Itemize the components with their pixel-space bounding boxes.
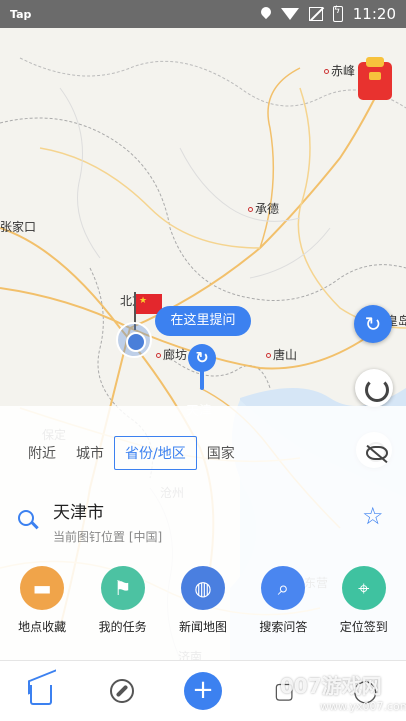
capital-marker-icon[interactable] — [116, 322, 152, 358]
folder-icon: ▬ — [20, 566, 65, 610]
search-icon: ⌕ — [261, 566, 306, 610]
tab-nearby[interactable]: 附近 — [18, 437, 66, 469]
watermark-url: www.yx007.com — [320, 700, 406, 713]
compass-icon — [109, 679, 134, 703]
refresh-button[interactable]: ↻ — [354, 305, 392, 343]
action-favorites[interactable]: ▬ 地点收藏 — [2, 566, 82, 646]
nav-explore[interactable] — [102, 671, 142, 711]
plus-icon: + — [183, 672, 222, 710]
location-icon — [261, 7, 271, 21]
map-pin-tail — [200, 368, 204, 390]
nav-home[interactable] — [21, 671, 61, 711]
action-search-qa[interactable]: ⌕ 搜索问答 — [243, 566, 323, 646]
wifi-icon — [280, 8, 299, 20]
red-packet-icon[interactable] — [358, 57, 392, 100]
home-icon — [29, 685, 52, 705]
watermark-logo: 007游戏网 — [280, 674, 382, 698]
tab-province[interactable]: 省份/地区 — [114, 436, 197, 470]
tab-city[interactable]: 城市 — [66, 437, 114, 469]
status-app-name: Tap — [10, 7, 32, 21]
scope-tabs: 附近 城市 省份/地区 国家 — [18, 436, 245, 470]
tab-country[interactable]: 国家 — [197, 437, 245, 469]
place-row[interactable]: 天津市 当前图钉位置 [中国] ☆ — [0, 492, 406, 552]
search-icon[interactable] — [18, 510, 34, 526]
pin-icon: ⌖ — [341, 566, 386, 610]
action-label: 我的任务 — [98, 620, 147, 634]
status-time: 11:20 — [352, 5, 396, 23]
city-label-langfang: 廊坊 — [156, 346, 187, 363]
star-icon[interactable]: ☆ — [362, 502, 384, 530]
city-label-tangshan: 唐山 — [266, 346, 297, 363]
action-label: 新闻地图 — [178, 620, 227, 634]
place-subtitle: 当前图钉位置 [中国] — [53, 530, 163, 544]
place-title: 天津市 — [53, 503, 104, 523]
battery-charging-icon — [332, 5, 343, 22]
action-check-in[interactable]: ⌖ 定位签到 — [324, 566, 404, 646]
action-news-map[interactable]: ◍ 新闻地图 — [163, 566, 243, 646]
city-label-chifeng: 赤峰 — [324, 62, 355, 79]
action-label: 搜索问答 — [259, 620, 308, 634]
ask-here-bubble[interactable]: 在这里提问 — [155, 306, 251, 336]
layer-toggle-button[interactable] — [355, 369, 393, 407]
city-label-chengde: 承德 — [248, 200, 279, 217]
action-grid: ▬ 地点收藏 ⚑ 我的任务 ◍ 新闻地图 ⌕ 搜索问答 ⌖ 定位签到 — [0, 566, 406, 646]
action-label: 定位签到 — [339, 620, 388, 634]
action-label: 地点收藏 — [18, 620, 67, 634]
action-tasks[interactable]: ⚑ 我的任务 — [83, 566, 163, 646]
status-bar: Tap 11:20 — [0, 0, 406, 28]
eye-off-icon[interactable] — [366, 446, 388, 460]
flag-icon: ⚑ — [100, 566, 145, 610]
no-signal-icon — [308, 7, 323, 21]
city-label-zhangjiakou: 张家口 — [0, 220, 37, 234]
status-icons: 11:20 — [261, 5, 396, 23]
globe-icon: ◍ — [180, 566, 225, 610]
nav-add[interactable]: + — [183, 671, 223, 711]
